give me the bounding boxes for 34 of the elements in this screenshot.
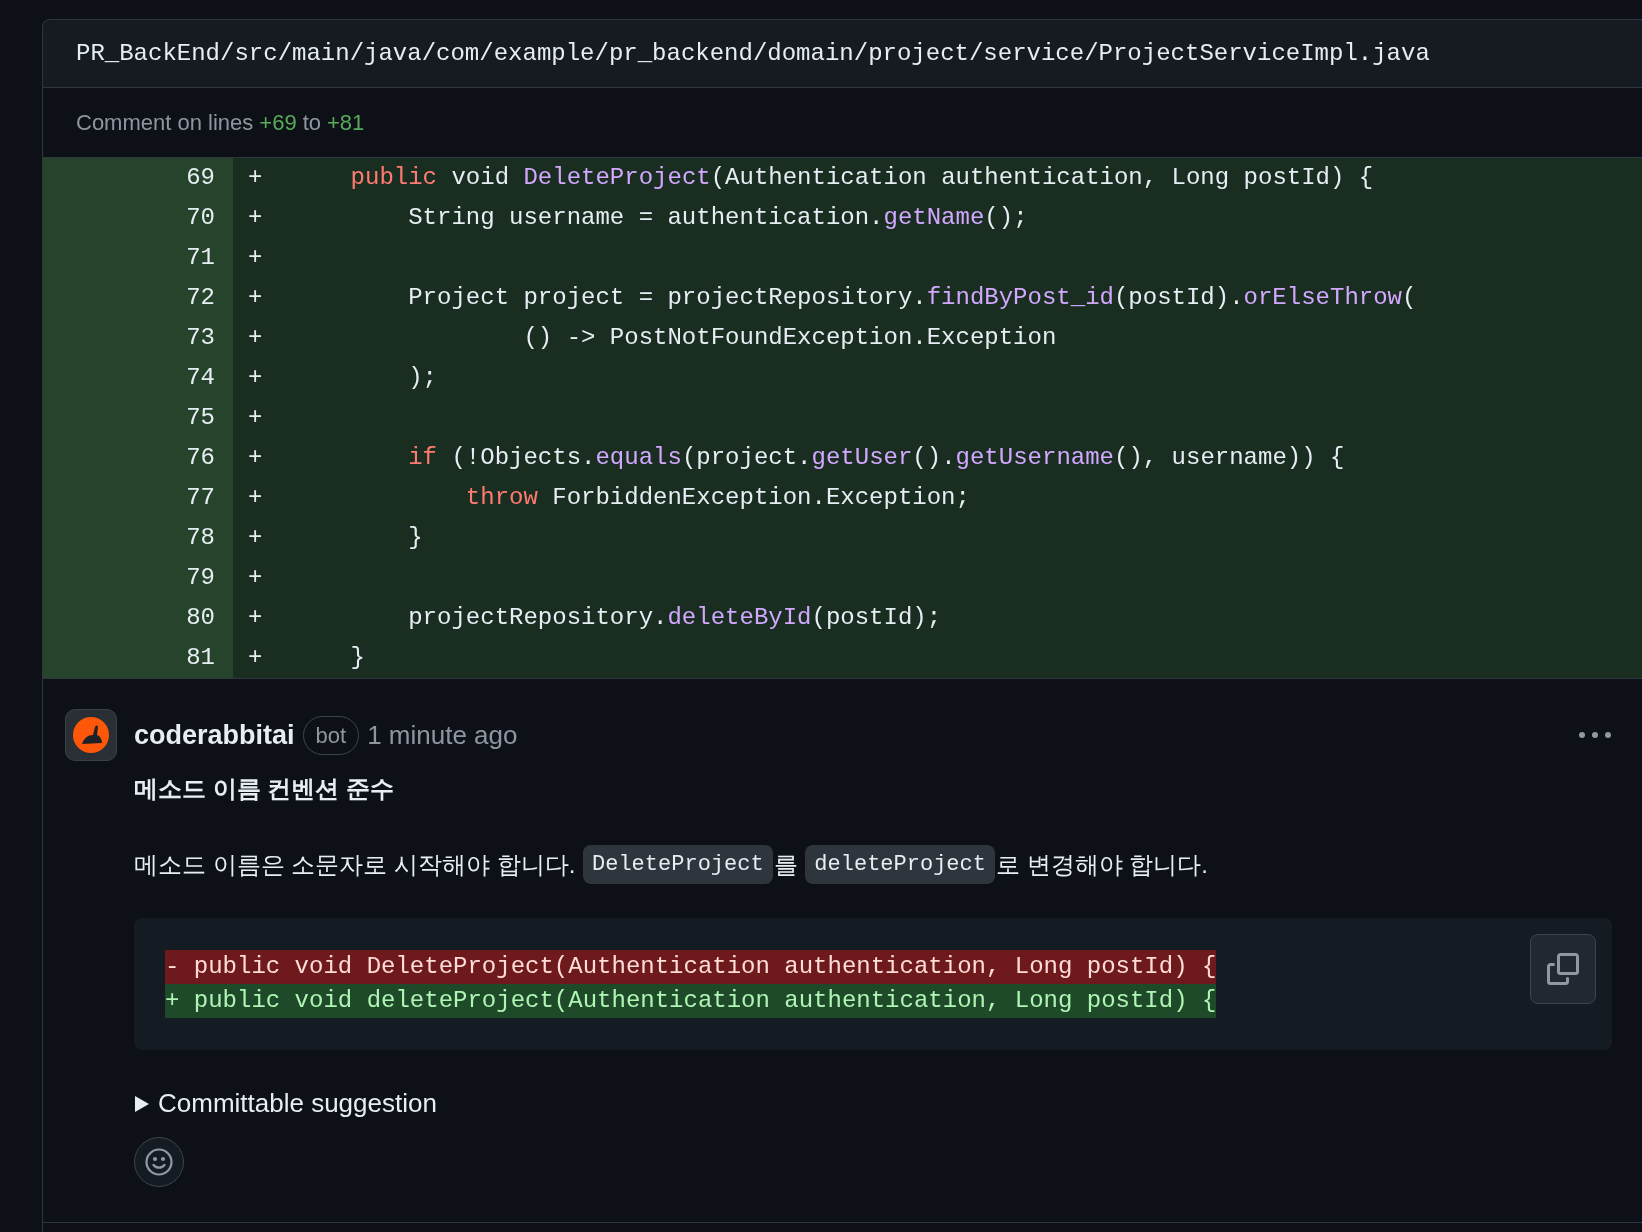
author-name[interactable]: coderabbitai (134, 714, 295, 756)
line-number: 76 (43, 438, 233, 478)
line-number: 70 (43, 198, 233, 238)
line-number: 81 (43, 638, 233, 678)
line-number: 72 (43, 278, 233, 318)
comment-text: 로 변경해야 합니다. (995, 849, 1208, 880)
comment-range-label: Comment on lines (76, 109, 254, 137)
line-number: 75 (43, 398, 233, 438)
line-number: 77 (43, 478, 233, 518)
more-options-icon[interactable] (1578, 731, 1612, 739)
line-number: 74 (43, 358, 233, 398)
inline-code: deleteProject (805, 845, 995, 884)
line-number: 73 (43, 318, 233, 358)
bot-avatar (65, 709, 117, 761)
line-number: 69 (43, 158, 233, 198)
line-end: +81 (327, 109, 365, 137)
line-number: 71 (43, 238, 233, 278)
inline-code: DeleteProject (583, 845, 773, 884)
smiley-icon (144, 1147, 174, 1177)
file-path[interactable]: PR_BackEnd/src/main/java/com/example/pr_backend/domain/project/service/ProjectServiceImpl.java (76, 35, 1430, 72)
line-number: 79 (43, 558, 233, 598)
line-number: 78 (43, 518, 233, 558)
comment-range-label: to (302, 109, 321, 137)
comment-text: 를 (773, 849, 799, 880)
comment-title: 메소드 이름 컨벤션 준수 (134, 774, 395, 804)
add-reaction-button[interactable] (134, 1137, 184, 1187)
line-number: 80 (43, 598, 233, 638)
comment-text: 메소드 이름은 소문자로 시작해야 합니다. (134, 849, 577, 880)
line-start: +69 (259, 109, 297, 137)
copy-icon (1547, 953, 1579, 985)
timestamp[interactable]: 1 minute ago (367, 715, 518, 755)
disclosure-triangle-icon (134, 1094, 150, 1113)
committable-suggestion-toggle[interactable]: Committable suggestion (134, 1084, 437, 1123)
copy-button[interactable] (1530, 934, 1596, 1004)
